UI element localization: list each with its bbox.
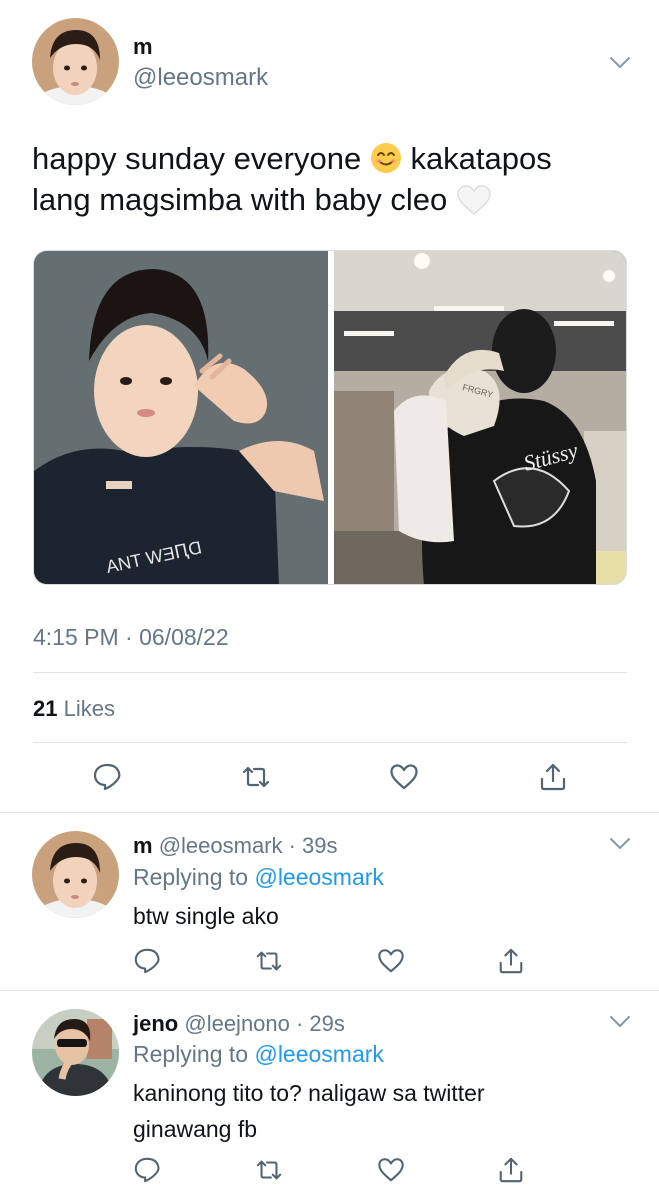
- like-button[interactable]: [389, 762, 419, 792]
- share-icon: [540, 763, 566, 791]
- likes-number: 21: [33, 696, 58, 721]
- reply-avatar[interactable]: [32, 1009, 119, 1096]
- reply-text: btw single ako: [133, 903, 279, 929]
- like-icon: [378, 1158, 404, 1182]
- retweet-icon: [256, 951, 282, 971]
- share-button[interactable]: [497, 1156, 527, 1186]
- photo-carrying-baby[interactable]: Stüssy FRGRY: [334, 251, 626, 584]
- chevron-down-icon[interactable]: [609, 56, 631, 70]
- share-icon: [499, 948, 523, 974]
- tweet-text: happy sunday everyone kakatapos lang mag…: [32, 138, 632, 220]
- divider: [33, 672, 627, 673]
- replying-to: Replying to @leeosmark: [133, 1041, 384, 1068]
- replying-to: Replying to @leeosmark: [133, 864, 384, 891]
- share-button[interactable]: [538, 762, 568, 792]
- share-button[interactable]: [497, 947, 527, 977]
- retweet-button[interactable]: [255, 947, 285, 977]
- reply-handle-time[interactable]: @leejnono · 29s: [184, 1011, 345, 1036]
- reply-icon: [134, 948, 160, 974]
- like-button[interactable]: [377, 1156, 407, 1186]
- like-icon: [390, 764, 418, 790]
- smiling-face-emoji-icon: [370, 143, 401, 173]
- author-handle[interactable]: @leeosmark: [133, 64, 268, 92]
- white-heart-emoji-icon: [457, 185, 491, 215]
- tweet-text-part: lang magsimba with baby cleo: [32, 182, 448, 217]
- reply-button[interactable]: [133, 1156, 163, 1186]
- retweet-icon: [242, 766, 270, 788]
- share-icon: [499, 1157, 523, 1183]
- reply-header: jeno @leejnono · 29s: [133, 1011, 345, 1037]
- author-name[interactable]: m: [133, 34, 153, 60]
- tweet-timestamp[interactable]: 4:15 PM · 06/08/22: [33, 624, 229, 651]
- likes-count[interactable]: 21 Likes: [33, 696, 115, 722]
- reply-tweet[interactable]: m @leeosmark · 39s Replying to @leeosmar…: [0, 813, 659, 989]
- reply-button[interactable]: [92, 762, 122, 792]
- reply-author-name[interactable]: m: [133, 833, 153, 858]
- reply-icon: [93, 763, 121, 791]
- reply-author-name[interactable]: jeno: [133, 1011, 178, 1036]
- replying-handle-link[interactable]: @leeosmark: [254, 1041, 383, 1067]
- replying-handle-link[interactable]: @leeosmark: [254, 864, 383, 890]
- retweet-icon: [256, 1160, 282, 1180]
- reply-icon: [134, 1157, 160, 1183]
- reply-tweet[interactable]: jeno @leejnono · 29s Replying to @leeosm…: [0, 991, 659, 1200]
- reply-text: kaninong tito to? naligaw sa twitter gin…: [133, 1080, 485, 1142]
- reply-header: m @leeosmark · 39s: [133, 833, 338, 859]
- tweet-text-part: kakatapos: [410, 141, 552, 176]
- tweet-media[interactable]: ANT WƎԤⱭ Stüssy FRGRY: [33, 250, 627, 585]
- replying-prefix: Replying to: [133, 1041, 249, 1067]
- photo-selfie[interactable]: ANT WƎԤⱭ: [34, 251, 328, 584]
- main-tweet: m @leeosmark happy sunday everyone kakat…: [0, 0, 659, 812]
- retweet-button[interactable]: [241, 762, 271, 792]
- divider: [33, 742, 627, 743]
- likes-label: Likes: [63, 696, 115, 721]
- like-icon: [378, 949, 404, 973]
- reply-button[interactable]: [133, 947, 163, 977]
- chevron-down-icon[interactable]: [609, 1015, 631, 1029]
- tweet-text-part: happy sunday everyone: [32, 141, 362, 176]
- replying-prefix: Replying to: [133, 864, 249, 890]
- reply-avatar[interactable]: [32, 831, 119, 918]
- reply-handle-time[interactable]: @leeosmark · 39s: [159, 833, 338, 858]
- like-button[interactable]: [377, 947, 407, 977]
- chevron-down-icon[interactable]: [609, 837, 631, 851]
- retweet-button[interactable]: [255, 1156, 285, 1186]
- author-avatar[interactable]: [32, 18, 119, 105]
